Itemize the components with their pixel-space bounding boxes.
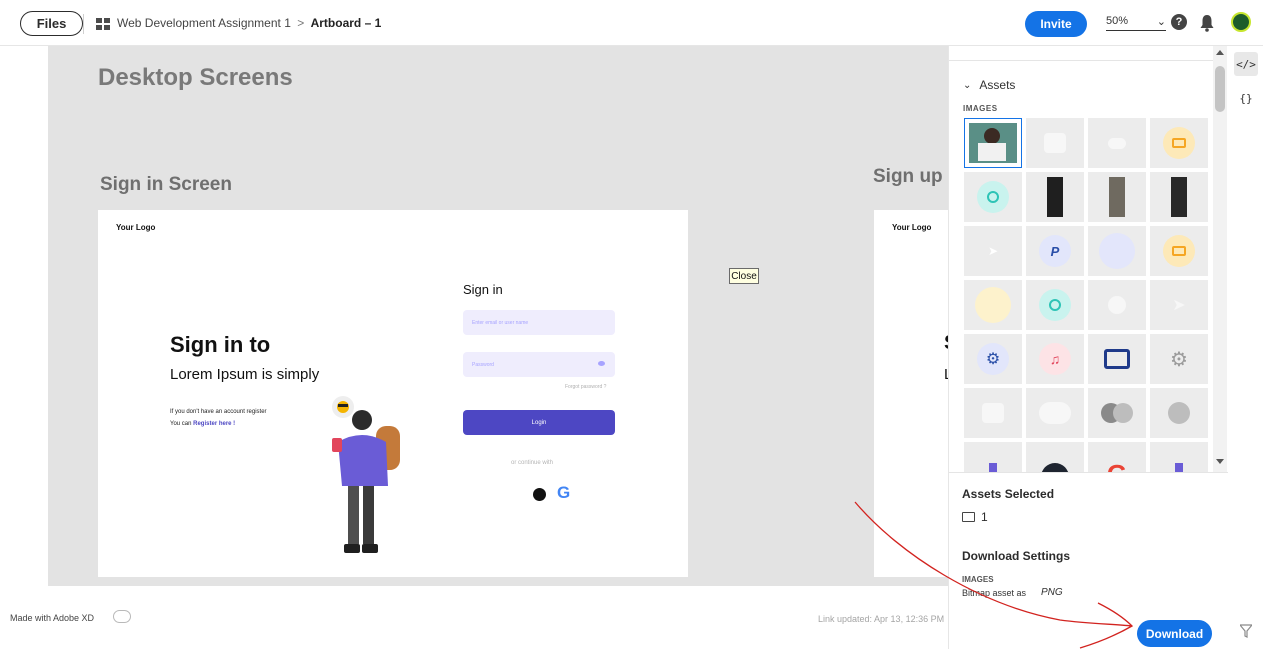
invite-button[interactable]: Invite xyxy=(1025,11,1087,37)
screen-title-sign-in: Sign in Screen xyxy=(100,174,232,195)
code-icon[interactable]: </> xyxy=(1234,52,1258,76)
assets-selected-section: Assets Selected 1 Download Settings IMAG… xyxy=(949,472,1229,649)
artboard-sign-in[interactable]: Your Logo Sign in to Lorem Ipsum is simp… xyxy=(98,210,688,577)
asset-tile-character[interactable] xyxy=(1150,442,1208,474)
bell-icon[interactable] xyxy=(1199,14,1215,32)
screen-title-sign-up: Sign up xyxy=(873,166,943,187)
register-note: If you don't have an account register Yo… xyxy=(170,406,267,430)
scroll-down-icon[interactable] xyxy=(1216,459,1224,464)
avatar[interactable] xyxy=(1231,12,1251,32)
logo-text: Your Logo xyxy=(116,223,156,232)
breadcrumb-separator: > xyxy=(297,16,305,30)
password-placeholder: Password xyxy=(472,362,494,368)
filter-icon[interactable] xyxy=(1240,624,1252,638)
format-select[interactable]: PNG xyxy=(1041,587,1063,598)
breadcrumb: Web Development Assignment 1 > Artboard … xyxy=(117,16,381,30)
asset-tile-photo[interactable] xyxy=(1026,172,1084,222)
asset-tile-gear[interactable]: ⚙ xyxy=(1150,334,1208,384)
asset-tile[interactable] xyxy=(1026,118,1084,168)
asset-tile[interactable]: P xyxy=(1026,226,1084,276)
asset-scrollbar[interactable] xyxy=(1213,46,1227,472)
xd-share-viewer: Files Web Development Assignment 1 > Art… xyxy=(0,0,1263,649)
asset-tile-google[interactable]: G xyxy=(1088,442,1146,474)
asset-tile-gear[interactable]: ⚙ xyxy=(964,334,1022,384)
asset-tile[interactable]: ➤ xyxy=(1150,280,1208,330)
character-illustration xyxy=(332,396,400,553)
asset-tile[interactable] xyxy=(1088,226,1146,276)
asset-tile[interactable] xyxy=(964,280,1022,330)
asset-tile[interactable] xyxy=(1026,280,1084,330)
made-with-adobe-xd[interactable]: Made with Adobe XD xyxy=(10,613,94,623)
asset-tile-bell[interactable]: ♫ xyxy=(1026,334,1084,384)
top-bar: Files Web Development Assignment 1 > Art… xyxy=(0,0,1263,46)
login-button[interactable]: Login xyxy=(463,410,615,435)
asset-tile[interactable] xyxy=(1088,388,1146,438)
asset-tile-character[interactable] xyxy=(964,442,1022,474)
asset-tile[interactable] xyxy=(1026,442,1084,474)
link-updated-text: Link updated: Apr 13, 12:36 PM xyxy=(818,614,945,624)
zoom-value: 50% xyxy=(1106,15,1129,27)
assets-selected-title: Assets Selected xyxy=(962,487,1055,501)
artboard-sign-up[interactable]: Your Logo S L xyxy=(874,210,948,577)
files-button[interactable]: Files xyxy=(20,11,83,36)
email-field[interactable]: Enter email or user name xyxy=(463,310,615,335)
hero-subheading: Lorem Ipsum is simply xyxy=(170,366,320,383)
asset-tile[interactable] xyxy=(1150,226,1208,276)
asset-tile[interactable] xyxy=(964,172,1022,222)
close-tooltip: Close xyxy=(729,268,759,284)
register-link[interactable]: Register here ! xyxy=(193,421,235,427)
breadcrumb-artboard: Artboard – 1 xyxy=(310,16,382,30)
chevron-down-icon: ⌄ xyxy=(963,79,972,91)
design-canvas[interactable]: Desktop Screens Sign in Screen Sign up Y… xyxy=(48,46,948,586)
asset-tile[interactable]: ➤ xyxy=(964,226,1022,276)
help-icon[interactable]: ? xyxy=(1171,14,1187,30)
section-title: Desktop Screens xyxy=(98,64,293,91)
chevron-down-icon: ⌄ xyxy=(1156,16,1166,28)
braces-icon[interactable]: {} xyxy=(1234,86,1258,110)
sign-in-heading: Sign in xyxy=(463,282,503,297)
password-field[interactable]: Password xyxy=(463,352,615,377)
right-rail: </> {} xyxy=(1228,46,1263,649)
download-button[interactable]: Download xyxy=(1137,620,1212,647)
logo-text: Your Logo xyxy=(892,223,932,232)
inspect-panel: ⌄ Assets IMAGES ➤ P ➤ ⚙ ♫ ⚙ G Assets Sel… xyxy=(948,46,1229,649)
scroll-thumb[interactable] xyxy=(1215,66,1225,112)
asset-tile[interactable] xyxy=(1150,388,1208,438)
download-settings-images-label: IMAGES xyxy=(962,575,994,584)
zoom-select[interactable]: 50% ⌄ xyxy=(1106,15,1166,31)
breadcrumb-project[interactable]: Web Development Assignment 1 xyxy=(117,16,291,30)
selected-count: 1 xyxy=(981,510,988,524)
asset-tile[interactable] xyxy=(1088,280,1146,330)
asset-grid: ➤ P ➤ ⚙ ♫ ⚙ G xyxy=(964,118,1212,474)
asset-tile[interactable] xyxy=(964,388,1022,438)
register-note-line: If you don't have an account register xyxy=(170,409,267,415)
asset-tile-photo[interactable] xyxy=(1088,172,1146,222)
scroll-up-icon[interactable] xyxy=(1216,50,1224,55)
apple-icon[interactable] xyxy=(533,488,546,501)
forgot-password-link[interactable]: Forgot password ? xyxy=(565,384,606,390)
hero-heading: Sign in to xyxy=(170,332,271,357)
asset-tile[interactable] xyxy=(1026,388,1084,438)
register-note-prefix: You can xyxy=(170,421,192,427)
asset-tile-photo[interactable] xyxy=(1150,172,1208,222)
toolbar-divider xyxy=(83,14,84,34)
google-icon[interactable]: G xyxy=(557,483,570,503)
eye-icon[interactable] xyxy=(598,361,605,366)
asset-tile[interactable] xyxy=(1150,118,1208,168)
panel-divider xyxy=(949,60,1213,61)
asset-tile-photo[interactable] xyxy=(964,118,1022,168)
continue-with-text: or continue with xyxy=(511,460,554,466)
grid-icon[interactable] xyxy=(96,18,110,30)
image-icon xyxy=(962,512,975,522)
bitmap-label: Bitmap asset as xyxy=(962,588,1027,598)
asset-tile-card[interactable] xyxy=(1088,334,1146,384)
assets-section-toggle[interactable]: ⌄ Assets xyxy=(963,78,1015,92)
images-label: IMAGES xyxy=(963,104,998,113)
asset-tile[interactable] xyxy=(1088,118,1146,168)
creative-cloud-icon xyxy=(113,610,131,623)
download-settings-title: Download Settings xyxy=(962,549,1070,563)
assets-header-label: Assets xyxy=(979,78,1016,92)
